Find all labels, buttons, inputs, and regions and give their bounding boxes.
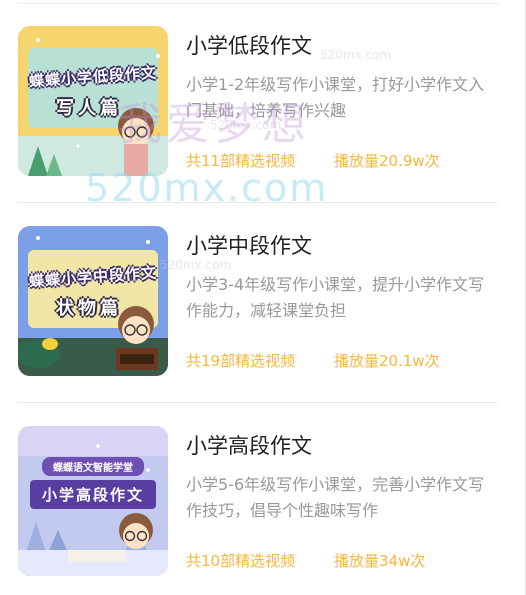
course-title[interactable]: 小学高段作文 (186, 430, 312, 460)
course-item-lower-grade[interactable]: 蝶蝶小学低段作文 写人篇 小学低段作文 小学1-2年级写作小课堂，打好小学作文入… (18, 26, 499, 181)
course-item-middle-grade[interactable]: 蝶蝶小学中段作文 状物篇 小学中段作文 小学3-4年级写作小课堂，提升小学作文写… (18, 226, 499, 381)
course-thumbnail[interactable]: 蝶蝶小学低段作文 写人篇 (18, 26, 168, 176)
play-count: 播放量20.9w次 (334, 152, 440, 170)
course-description: 小学3-4年级写作小课堂，提升小学作文写作能力，减轻课堂负担 (186, 275, 485, 320)
course-item-upper-grade[interactable]: 蝶蝶语文智能学堂 小学高段作文 小学高段作文 小学5-6年级写作小课堂，完善小学… (18, 426, 499, 581)
thumbnail-banner-text: 蝶蝶语文智能学堂 (42, 457, 144, 476)
course-thumbnail[interactable]: 蝶蝶语文智能学堂 小学高段作文 (18, 426, 168, 576)
top-divider (18, 3, 499, 4)
video-count: 共19部精选视频 (186, 352, 296, 370)
list-divider (18, 202, 499, 203)
thumbnail-tag-text: 小学高段作文 (30, 480, 156, 509)
list-divider (18, 402, 499, 403)
course-title[interactable]: 小学低段作文 (186, 30, 312, 60)
play-count: 播放量20.1w次 (334, 352, 440, 370)
course-thumbnail[interactable]: 蝶蝶小学中段作文 状物篇 (18, 226, 168, 376)
video-count: 共11部精选视频 (186, 152, 296, 170)
course-description: 小学5-6年级写作小课堂，完善小学作文写作技巧，倡导个性趣味写作 (186, 475, 485, 520)
thumbnail-tag-text: 状物篇 (56, 298, 122, 319)
thumbnail-tag-text: 写人篇 (56, 98, 122, 119)
course-description: 小学1-2年级写作小课堂，打好小学作文入门基础，培养写作兴趣 (186, 75, 485, 120)
video-count: 共10部精选视频 (186, 552, 296, 570)
play-count: 播放量34w次 (334, 552, 426, 570)
course-title[interactable]: 小学中段作文 (186, 230, 312, 260)
